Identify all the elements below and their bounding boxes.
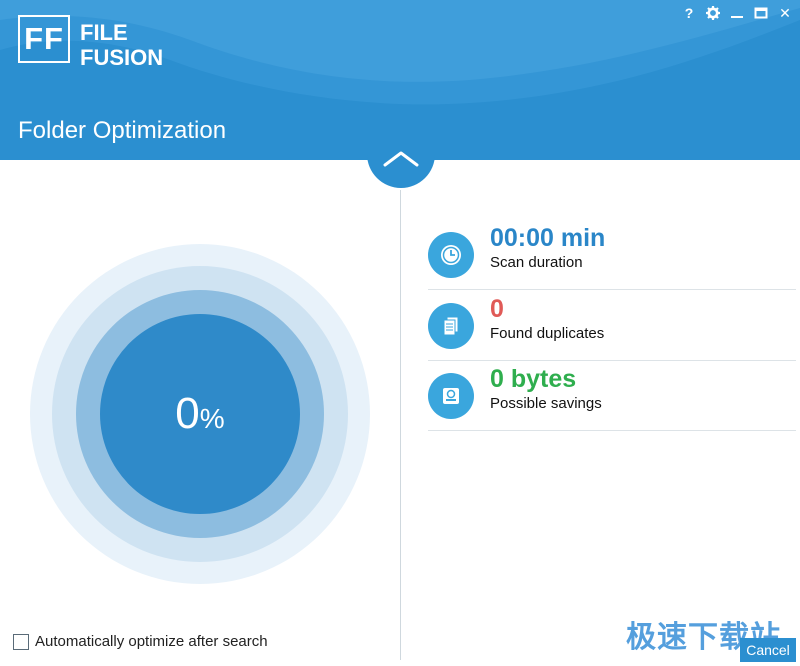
page-title: Folder Optimization bbox=[18, 117, 227, 144]
auto-optimize-option[interactable]: Automatically optimize after search bbox=[13, 633, 268, 650]
maximize-button[interactable] bbox=[752, 4, 770, 22]
logo-line-1: FILE bbox=[80, 20, 128, 45]
documents-icon bbox=[428, 303, 474, 349]
logo-letters: FF bbox=[24, 21, 64, 56]
stat-found-duplicates: 0 Found duplicates bbox=[428, 291, 796, 361]
found-duplicates-value: 0 bbox=[490, 295, 504, 323]
maximize-icon bbox=[754, 7, 768, 19]
progress-percent: 0 % bbox=[100, 314, 300, 514]
close-icon: ✕ bbox=[779, 4, 791, 21]
app-logo-mark: FF bbox=[18, 15, 70, 63]
possible-savings-value: 0 bytes bbox=[490, 365, 577, 393]
settings-button[interactable] bbox=[704, 4, 722, 22]
drive-icon bbox=[428, 373, 474, 419]
found-duplicates-label: Found duplicates bbox=[490, 325, 605, 342]
auto-optimize-label: Automatically optimize after search bbox=[35, 633, 268, 650]
clock-icon bbox=[428, 232, 474, 278]
cancel-button[interactable]: Cancel bbox=[740, 638, 796, 662]
app-logo-name: FILE FUSION bbox=[80, 20, 163, 70]
logo-line-2: FUSION bbox=[80, 45, 164, 70]
gear-icon bbox=[706, 6, 720, 20]
help-label: ? bbox=[684, 5, 694, 21]
progress-unit: % bbox=[199, 403, 225, 434]
scan-duration-label: Scan duration bbox=[490, 254, 583, 271]
close-button[interactable]: ✕ bbox=[776, 4, 794, 22]
collapse-toggle-button[interactable] bbox=[367, 128, 435, 188]
panel-divider bbox=[400, 190, 401, 660]
auto-optimize-checkbox[interactable] bbox=[13, 633, 29, 650]
possible-savings-label: Possible savings bbox=[490, 395, 602, 412]
window-controls: ? ✕ bbox=[680, 3, 794, 23]
progress-gauge: 0 % bbox=[30, 244, 370, 584]
stat-scan-duration: 00:00 min Scan duration bbox=[428, 220, 796, 290]
minimize-icon bbox=[731, 16, 743, 18]
stat-possible-savings: 0 bytes Possible savings bbox=[428, 361, 796, 431]
progress-value: 0 bbox=[175, 389, 200, 438]
help-button[interactable]: ? bbox=[680, 4, 698, 22]
scan-duration-value: 00:00 min bbox=[490, 224, 606, 252]
minimize-button[interactable] bbox=[728, 4, 746, 22]
chevron-up-icon bbox=[383, 151, 419, 167]
